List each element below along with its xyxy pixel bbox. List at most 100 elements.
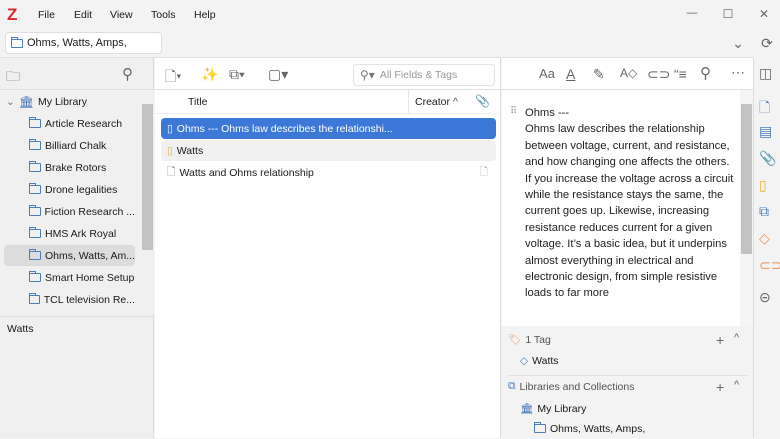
info-icon[interactable]: 🗋	[759, 97, 770, 121]
text-format-icon[interactable]: Aa	[539, 66, 555, 81]
library-row[interactable]: 🏛 My Library	[520, 398, 586, 419]
libraries-collections-icon: ⧉	[508, 380, 516, 392]
item-title: Watts	[176, 144, 204, 157]
collection-label: Drone legalities	[45, 183, 118, 196]
collection-item[interactable]: Smart Home Setup	[0, 267, 135, 288]
scrollbar-thumb[interactable]	[741, 104, 752, 254]
library-label: My Library	[38, 95, 88, 108]
column-creator[interactable]: Creator ^	[408, 90, 471, 114]
new-collection-icon[interactable]: 🗀	[6, 66, 20, 90]
search-icon: ⚲▾	[360, 68, 375, 82]
citation-icon[interactable]: “≡	[674, 66, 687, 82]
close-button[interactable]: ✕	[756, 7, 772, 21]
collection-item[interactable]: Ohms, Watts, Am...	[4, 245, 135, 266]
collection-label: Billiard Chalk	[45, 139, 107, 152]
folder-icon	[29, 139, 41, 150]
collection-item[interactable]: Billiard Chalk	[0, 135, 135, 156]
collection-label: Brake Rotors	[45, 161, 107, 174]
more-icon[interactable]: ⋯	[731, 64, 745, 81]
item-pane-sidenav: ◫ 🗋 ▤ 📎 ▯ ⧉ ◇ ⊂⊃ ⊝	[753, 57, 780, 438]
collapse-icon[interactable]: ^	[734, 332, 739, 344]
tags-icon[interactable]: ◇	[759, 230, 770, 247]
notes-icon[interactable]: ▯	[759, 177, 767, 194]
item-row[interactable]: ▯ Ohms --- Ohms law describes the relatio…	[161, 118, 496, 139]
collection-item[interactable]: Drone legalities	[0, 179, 135, 200]
folder-icon	[29, 117, 41, 128]
drag-handle-icon[interactable]: ⠿	[510, 106, 517, 117]
abstract-icon[interactable]: ▤	[759, 123, 772, 140]
maximize-button[interactable]: ☐	[720, 7, 736, 21]
note-heading: Ohms ---	[525, 107, 570, 119]
tags-section-title: 1 Tag	[525, 333, 551, 346]
menu-file[interactable]: File	[38, 9, 55, 21]
add-to-collection-icon[interactable]: +	[716, 379, 724, 395]
folder-icon	[29, 293, 40, 304]
libraries-section-title: Libraries and Collections	[519, 380, 635, 393]
collection-item[interactable]: Article Research	[0, 113, 135, 134]
find-icon[interactable]: ⚲	[700, 64, 711, 82]
tags-section-header[interactable]: 🏷 1 Tag	[508, 329, 551, 350]
menu-view[interactable]: View	[110, 9, 133, 21]
collapse-icon[interactable]: ^	[734, 379, 739, 391]
folder-icon	[29, 183, 41, 194]
items-toolbar: 🗋▾ ✨ ⧉▾ ▢▾ ⚲▾ All Fields & Tags	[155, 57, 500, 90]
note-scrollbar[interactable]	[740, 90, 753, 326]
clear-formatting-icon[interactable]: A◇	[620, 66, 637, 80]
tab-collection[interactable]: Ohms, Watts, Amps,	[5, 32, 162, 54]
item-row[interactable]: ▯ Watts	[161, 140, 496, 161]
sync-icon[interactable]: ⟳	[759, 35, 775, 52]
menu-edit[interactable]: Edit	[74, 9, 92, 21]
note-content[interactable]: Ohms --- Ohms law describes the relation…	[525, 105, 737, 302]
library-icon: 🏛	[18, 94, 35, 109]
column-title[interactable]: Title	[188, 96, 207, 108]
tag-watts[interactable]: Watts	[0, 317, 154, 341]
collection-item[interactable]: TCL television Re...	[0, 289, 135, 310]
sort-ascending-icon: ^	[452, 96, 458, 108]
new-note-icon[interactable]: ▢▾	[268, 66, 288, 83]
search-icon[interactable]: ⚲	[122, 65, 133, 83]
collections-scrollbar[interactable]	[141, 90, 154, 314]
minimize-button[interactable]: —	[684, 7, 700, 19]
item-title: Ohms --- Ohms law describes the relation…	[176, 122, 393, 135]
search-input[interactable]: ⚲▾ All Fields & Tags	[353, 64, 495, 86]
collection-item[interactable]: Brake Rotors	[0, 157, 135, 178]
menu-tools[interactable]: Tools	[151, 9, 176, 21]
tree-row-my-library[interactable]: ⌄ 🏛 My Library	[6, 91, 87, 112]
highlight-icon[interactable]: ✎	[593, 66, 605, 83]
attachment-file-icon[interactable]: 🗋	[480, 164, 488, 182]
locate-icon[interactable]: ⊝	[759, 289, 771, 306]
add-attachment-icon[interactable]: ⧉▾	[229, 66, 245, 83]
collection-label: Ohms, Watts, Am...	[44, 249, 135, 262]
collection-label: Fiction Research ...	[44, 205, 135, 218]
yellow-note-icon: ▯	[167, 144, 173, 157]
scrollbar-thumb[interactable]	[142, 104, 153, 250]
collection-label: HMS Ark Royal	[45, 227, 117, 240]
item-row[interactable]: 🗋 Watts and Ohms relationship 🗋	[161, 162, 496, 183]
libraries-collections-icon[interactable]: ⧉	[759, 203, 769, 220]
menu-help[interactable]: Help	[194, 9, 216, 21]
new-item-icon[interactable]: 🗋▾	[165, 66, 181, 90]
collections-pane: 🗀 ⚲ ⌄ 🏛 My Library Article Research Billi…	[0, 57, 154, 438]
folder-icon	[29, 205, 41, 216]
web-link-icon: 🗋	[167, 165, 176, 178]
add-tag-icon[interactable]: +	[716, 332, 724, 348]
collection-item[interactable]: Fiction Research ...	[0, 201, 135, 222]
tag-row[interactable]: ◇ Watts	[520, 350, 559, 371]
related-icon[interactable]: ⊂⊃	[759, 257, 780, 274]
attachment-column-icon[interactable]: 📎	[475, 94, 490, 108]
item-title: Watts and Ohms relationship	[179, 166, 314, 179]
collection-item[interactable]: HMS Ark Royal	[0, 223, 135, 244]
item-sections: 🏷 1 Tag + ^ ◇ Watts ⧉ Libraries and Collect…	[502, 326, 753, 438]
link-icon[interactable]: ⊂⊃	[647, 66, 670, 83]
text-color-icon[interactable]: A	[566, 66, 575, 82]
add-by-identifier-icon[interactable]: ✨	[201, 66, 218, 83]
items-header: Title Creator ^ 📎	[155, 90, 501, 114]
tabs-menu-chevron-icon[interactable]: ⌄	[730, 35, 746, 52]
libraries-section-header[interactable]: ⧉ Libraries and Collections	[508, 376, 634, 397]
attachments-icon[interactable]: 📎	[759, 150, 776, 167]
collection-row[interactable]: Ohms, Watts, Amps,	[534, 418, 645, 439]
note-editor[interactable]: ⠿ Ohms --- Ohms law describes the relati…	[502, 90, 753, 326]
tag-selector: Watts	[0, 316, 154, 341]
items-pane: 🗋▾ ✨ ⧉▾ ▢▾ ⚲▾ All Fields & Tags Title Cr…	[155, 57, 501, 438]
toggle-pane-icon[interactable]: ◫	[759, 65, 772, 82]
